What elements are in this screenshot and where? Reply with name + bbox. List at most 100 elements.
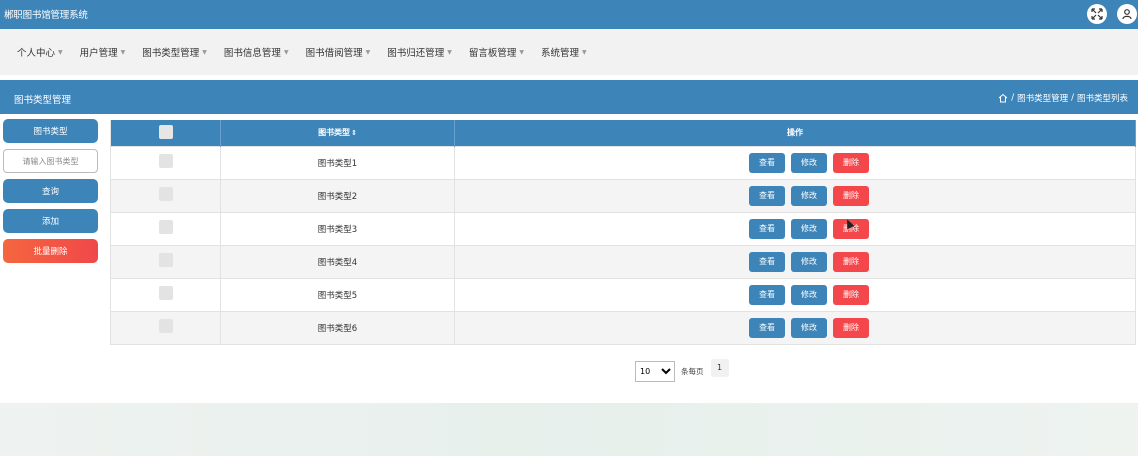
- book-type-cell: 图书类型6: [220, 310, 455, 345]
- table-row: 图书类型5 查看 修改 删除: [110, 277, 1136, 311]
- main-menu: 个人中心 ▼ 用户管理 ▼ 图书类型管理 ▼ 图书信息管理 ▼ 图书借阅管理 ▼ 图书归还…: [0, 29, 1138, 75]
- chevron-down-icon: ▼: [447, 48, 452, 56]
- breadcrumb-separator: /: [1011, 93, 1015, 103]
- view-button[interactable]: 查看: [749, 185, 785, 206]
- view-button[interactable]: 查看: [749, 152, 785, 173]
- menu-label: 系统管理: [540, 48, 579, 59]
- menu-item-book-type-management[interactable]: 图书类型管理 ▼: [142, 45, 207, 59]
- delete-button[interactable]: 删除: [833, 284, 869, 305]
- delete-button[interactable]: 删除: [833, 152, 869, 173]
- footer-band: [0, 403, 1138, 456]
- menu-label: 图书借阅管理: [305, 48, 363, 59]
- top-bar: 郴职图书馆管理系统: [0, 0, 1138, 29]
- table-row: 图书类型4 查看 修改 删除: [110, 244, 1136, 278]
- table-row: 图书类型3 查看 修改 删除: [110, 211, 1136, 245]
- row-select-cell: [110, 310, 221, 345]
- chevron-down-icon: ▼: [365, 48, 371, 56]
- menu-item-book-info-management[interactable]: 图书信息管理 ▼: [224, 45, 289, 59]
- row-checkbox[interactable]: [158, 319, 173, 333]
- per-page-label: 条每页: [681, 367, 704, 376]
- app-title: 郴职图书馆管理系统: [4, 10, 88, 21]
- row-select-cell: [110, 244, 221, 278]
- select-all-checkbox[interactable]: [158, 124, 173, 139]
- row-checkbox[interactable]: [158, 220, 173, 234]
- sort-icon[interactable]: ⇕: [351, 129, 357, 137]
- book-type-search-input[interactable]: [3, 149, 98, 173]
- menu-item-message-board[interactable]: 留言板管理 ▼: [469, 45, 524, 59]
- view-button[interactable]: 查看: [749, 251, 785, 272]
- menu-item-user-management[interactable]: 用户管理 ▼: [80, 45, 126, 59]
- chevron-down-icon: ▼: [582, 48, 587, 56]
- query-button[interactable]: 查询: [3, 179, 98, 203]
- actions-cell: 查看 修改 删除: [454, 310, 1136, 345]
- menu-item-borrow-management[interactable]: 图书借阅管理 ▼: [306, 45, 371, 59]
- breadcrumb: / 图书类型管理 / 图书类型列表: [998, 92, 1128, 104]
- edit-button[interactable]: 修改: [791, 218, 827, 239]
- book-type-label: 图书类型: [3, 119, 98, 143]
- delete-button[interactable]: 删除: [833, 185, 869, 206]
- book-type-cell: 图书类型1: [220, 145, 455, 179]
- actions-cell: 查看 修改 删除: [454, 211, 1136, 245]
- view-button[interactable]: 查看: [749, 317, 785, 338]
- chevron-down-icon: ▼: [283, 48, 289, 56]
- table-row: 图书类型1 查看 修改 删除: [110, 145, 1136, 179]
- view-button[interactable]: 查看: [749, 218, 785, 239]
- menu-label: 图书信息管理: [223, 48, 281, 59]
- breadcrumb-item: 图书类型列表: [1076, 94, 1128, 104]
- row-select-cell: [110, 178, 221, 212]
- row-checkbox[interactable]: [158, 187, 173, 201]
- fullscreen-icon[interactable]: [1087, 4, 1107, 24]
- row-checkbox[interactable]: [158, 253, 173, 267]
- page-banner: 图书类型管理 / 图书类型管理 / 图书类型列表: [0, 80, 1138, 114]
- menu-label: 个人中心: [17, 48, 56, 59]
- edit-button[interactable]: 修改: [791, 251, 827, 272]
- menu-item-return-management[interactable]: 图书归还管理 ▼: [387, 45, 452, 59]
- column-header-label: 操作: [787, 128, 803, 138]
- edit-button[interactable]: 修改: [791, 317, 827, 338]
- breadcrumb-separator: /: [1071, 93, 1074, 103]
- user-icon[interactable]: [1117, 4, 1137, 24]
- menu-label: 图书类型管理: [142, 48, 200, 59]
- add-button[interactable]: 添加: [3, 209, 98, 233]
- breadcrumb-item[interactable]: 图书类型管理: [1017, 92, 1068, 104]
- select-all-header: [110, 120, 221, 146]
- book-type-cell: 图书类型3: [220, 211, 455, 245]
- page-size-select[interactable]: 10: [635, 361, 675, 382]
- chevron-down-icon: ▼: [120, 48, 126, 56]
- book-type-cell: 图书类型5: [220, 277, 455, 311]
- edit-button[interactable]: 修改: [791, 185, 827, 206]
- edit-button[interactable]: 修改: [791, 284, 827, 305]
- table-row: 图书类型2 查看 修改 删除: [110, 178, 1136, 212]
- chevron-down-icon: ▼: [58, 48, 63, 56]
- page-title: 图书类型管理: [14, 95, 72, 106]
- menu-item-system-management[interactable]: 系统管理 ▼: [541, 45, 587, 59]
- row-select-cell: [110, 145, 221, 179]
- pagination: 10 条每页 1: [635, 358, 729, 382]
- chevron-down-icon: ▼: [519, 48, 524, 56]
- table-header-row: 图书类型⇕ 操作: [110, 120, 1136, 146]
- menu-label: 图书归还管理: [387, 48, 445, 59]
- column-header-book-type[interactable]: 图书类型⇕: [220, 120, 455, 146]
- row-select-cell: [110, 211, 221, 245]
- column-header-actions: 操作: [454, 120, 1136, 146]
- search-panel: 图书类型 查询 添加 批量删除: [3, 119, 98, 269]
- book-type-cell: 图书类型4: [220, 244, 455, 278]
- menu-label: 留言板管理: [468, 48, 517, 59]
- home-icon[interactable]: [998, 93, 1008, 103]
- row-select-cell: [110, 277, 221, 311]
- chevron-down-icon: ▼: [202, 48, 207, 56]
- book-type-cell: 图书类型2: [220, 178, 455, 212]
- menu-item-personal-center[interactable]: 个人中心 ▼: [17, 45, 63, 59]
- row-checkbox[interactable]: [158, 154, 173, 168]
- table-row: 图书类型6 查看 修改 删除: [110, 310, 1136, 345]
- edit-button[interactable]: 修改: [791, 152, 827, 173]
- actions-cell: 查看 修改 删除: [454, 244, 1136, 278]
- delete-button[interactable]: 删除: [833, 251, 869, 272]
- batch-delete-button[interactable]: 批量删除: [3, 239, 98, 263]
- actions-cell: 查看 修改 删除: [454, 178, 1136, 212]
- page-number-button[interactable]: 1: [710, 358, 729, 377]
- row-checkbox[interactable]: [158, 286, 173, 300]
- delete-button[interactable]: 删除: [833, 317, 869, 338]
- view-button[interactable]: 查看: [749, 284, 785, 305]
- book-type-table: 图书类型⇕ 操作 图书类型1 查看 修改 删除 图书类型2 查看 修改 删除 图书类型3…: [110, 120, 1136, 345]
